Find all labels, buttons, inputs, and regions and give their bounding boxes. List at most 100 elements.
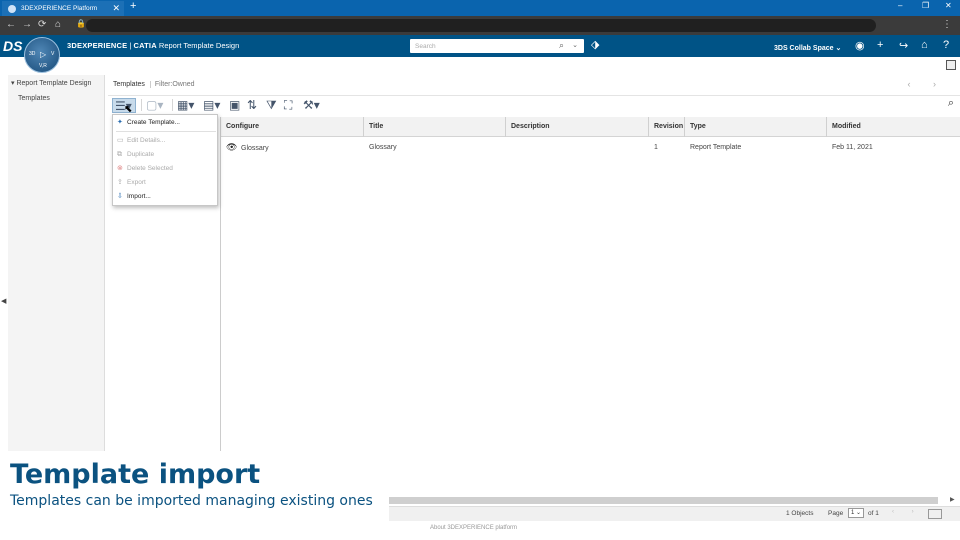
share-icon[interactable]: ↪ bbox=[899, 39, 908, 52]
brand-catia: CATIA bbox=[133, 41, 157, 50]
caption-title: Template import bbox=[10, 459, 261, 490]
menu-item-label: Import... bbox=[127, 193, 151, 200]
browser-address-bar: ← → ⟳ ⌂ 🔒 ⋮ bbox=[0, 16, 960, 35]
edit-icon: ▭ bbox=[117, 137, 124, 144]
table-row[interactable]: 👁 Glossary Glossary 1 Report Template Feb… bbox=[221, 139, 960, 156]
filter-button[interactable]: ⧩ bbox=[266, 98, 277, 113]
user-icon[interactable]: ◉ bbox=[855, 39, 865, 52]
back-icon[interactable]: ← bbox=[6, 19, 16, 30]
scroll-right-icon[interactable]: ▶ bbox=[950, 496, 955, 503]
search-icon[interactable]: ⌕ bbox=[559, 40, 564, 51]
filter-label: Filter:Owned bbox=[149, 81, 195, 88]
cell-modified: Feb 11, 2021 bbox=[832, 144, 873, 151]
menu-item-import[interactable]: ⇩ Import... bbox=[116, 191, 216, 203]
menu-item-export[interactable]: ⇪ Export bbox=[116, 177, 216, 189]
url-field[interactable] bbox=[86, 19, 876, 32]
tree-item-report-template-design[interactable]: ▾ Report Template Design bbox=[11, 79, 91, 87]
toolbar-separator bbox=[172, 99, 173, 111]
column-header-description[interactable]: Description bbox=[506, 117, 649, 137]
navigation-tree: ▾ Report Template Design Templates bbox=[8, 75, 105, 451]
cell-revision: 1 bbox=[654, 144, 658, 151]
minimize-icon[interactable]: – bbox=[898, 1, 902, 10]
breadcrumb-templates[interactable]: Templates bbox=[113, 81, 145, 88]
compass-play-icon[interactable]: ▷ bbox=[40, 50, 46, 59]
page-of-label: of 1 bbox=[868, 510, 879, 517]
cell-type: Report Template bbox=[690, 144, 742, 151]
menu-item-edit-details[interactable]: ▭ Edit Details... bbox=[116, 135, 216, 147]
tab-favicon-icon bbox=[8, 4, 16, 13]
cell-configure[interactable]: 👁 Glossary bbox=[221, 139, 364, 156]
sort-button[interactable]: ⇅ bbox=[247, 98, 257, 113]
tree-item-templates[interactable]: Templates bbox=[18, 95, 50, 102]
menu-item-duplicate[interactable]: ⧉ Duplicate bbox=[116, 149, 216, 161]
cell-description bbox=[506, 139, 649, 156]
about-link[interactable]: About 3DEXPERIENCE platform bbox=[430, 525, 517, 531]
column-header-configure[interactable]: Configure bbox=[221, 117, 364, 137]
browser-tab[interactable]: 3DEXPERIENCE Platform ✕ bbox=[2, 1, 124, 16]
column-header-title[interactable]: Title bbox=[364, 117, 506, 137]
page-select[interactable]: 1 ⌄ bbox=[848, 508, 864, 518]
horizontal-scrollbar[interactable] bbox=[389, 497, 938, 504]
ds-logo: DS bbox=[3, 38, 23, 54]
search-input[interactable] bbox=[410, 39, 550, 53]
window-close-icon[interactable]: ✕ bbox=[945, 1, 952, 10]
view-mode-button[interactable]: ▤▾ bbox=[203, 98, 220, 113]
collapse-panel-icon[interactable]: ◀ bbox=[1, 297, 6, 305]
compass-v-label: V bbox=[51, 51, 55, 57]
menu-item-delete-selected[interactable]: ⊗ Delete Selected bbox=[116, 163, 216, 175]
lock-icon: 🔒 bbox=[76, 19, 86, 28]
menu-item-label: Create Template... bbox=[127, 119, 180, 126]
search-box: ⌕ ⌄ bbox=[410, 39, 584, 53]
menu-item-label: Delete Selected bbox=[127, 165, 173, 172]
new-tab-button[interactable]: + bbox=[130, 0, 136, 12]
toggle-pane-icon[interactable] bbox=[946, 60, 956, 70]
tab-title: 3DEXPERIENCE Platform bbox=[21, 5, 98, 12]
app-name: Report Template Design bbox=[158, 41, 240, 50]
toolbar: ☰▾ ▢▾ ▦▾ ▤▾ ▣ ⇅ ⧩ ⛶ ⚒▾ bbox=[108, 95, 960, 114]
caption-subtitle: Templates can be imported managing exist… bbox=[10, 493, 373, 509]
delete-icon: ⊗ bbox=[117, 165, 123, 172]
home-icon[interactable]: ⌂ bbox=[921, 39, 928, 51]
collab-space-selector[interactable]: 3DS Collab Space ⌄ bbox=[774, 44, 841, 52]
templates-grid: Configure Title Description Revision Typ… bbox=[220, 117, 960, 451]
duplicate-icon: ⧉ bbox=[117, 151, 122, 158]
cell-configure-text: Glossary bbox=[241, 145, 269, 152]
column-header-modified[interactable]: Modified bbox=[827, 117, 960, 137]
app-title: 3DEXPERIENCE | CATIA Report Template Des… bbox=[67, 41, 239, 50]
browser-home-icon[interactable]: ⌂ bbox=[55, 19, 61, 30]
approve-button[interactable]: ▣ bbox=[229, 98, 240, 113]
forward-icon[interactable]: → bbox=[22, 19, 32, 30]
browser-tab-strip: 3DEXPERIENCE Platform ✕ + – ❐ ✕ bbox=[0, 0, 960, 16]
page-end-button[interactable] bbox=[928, 509, 942, 519]
compass-vr-label: V,R bbox=[39, 63, 47, 69]
menu-item-label: Duplicate bbox=[127, 151, 155, 158]
zoom-search-icon[interactable]: ⌕ bbox=[948, 97, 954, 110]
reload-icon[interactable]: ⟳ bbox=[38, 19, 46, 30]
edit-table-button[interactable]: ▦▾ bbox=[177, 98, 194, 113]
add-icon[interactable]: + bbox=[877, 39, 883, 51]
menu-item-create-template[interactable]: ✦ Create Template... bbox=[116, 117, 216, 129]
menu-item-label: Edit Details... bbox=[127, 137, 166, 144]
toolbar-separator bbox=[141, 99, 142, 111]
column-header-revision[interactable]: Revision bbox=[649, 117, 685, 137]
mouse-cursor-icon: ⬉ bbox=[124, 104, 133, 115]
tab-close-icon[interactable]: ✕ bbox=[112, 3, 120, 14]
menu-item-label: Export bbox=[127, 179, 146, 186]
help-icon[interactable]: ? bbox=[943, 39, 949, 51]
compass-icon[interactable]: 3D ▷ V V,R bbox=[24, 37, 60, 73]
tag-icon[interactable]: ⬗ bbox=[591, 38, 599, 51]
actions-dropdown-menu: ✦ Create Template... ▭ Edit Details... ⧉… bbox=[112, 114, 218, 206]
tools-button[interactable]: ⚒▾ bbox=[303, 98, 320, 113]
expand-arrow-icon[interactable]: ▾ bbox=[11, 80, 15, 87]
create-icon: ✦ bbox=[117, 119, 123, 126]
page-nav-arrows[interactable]: ‹ › bbox=[892, 509, 922, 515]
search-dropdown-icon[interactable]: ⌄ bbox=[572, 41, 578, 49]
eye-icon[interactable]: 👁 bbox=[226, 139, 238, 156]
restore-icon[interactable]: ❐ bbox=[922, 1, 929, 10]
browser-menu-icon[interactable]: ⋮ bbox=[942, 19, 952, 30]
column-header-type[interactable]: Type bbox=[685, 117, 827, 137]
new-document-button[interactable]: ▢▾ bbox=[146, 98, 163, 113]
fit-columns-button[interactable]: ⛶ bbox=[284, 98, 292, 113]
objects-count: 1 Objects bbox=[786, 510, 814, 517]
prev-next-arrows[interactable]: ‹ › bbox=[908, 79, 947, 89]
